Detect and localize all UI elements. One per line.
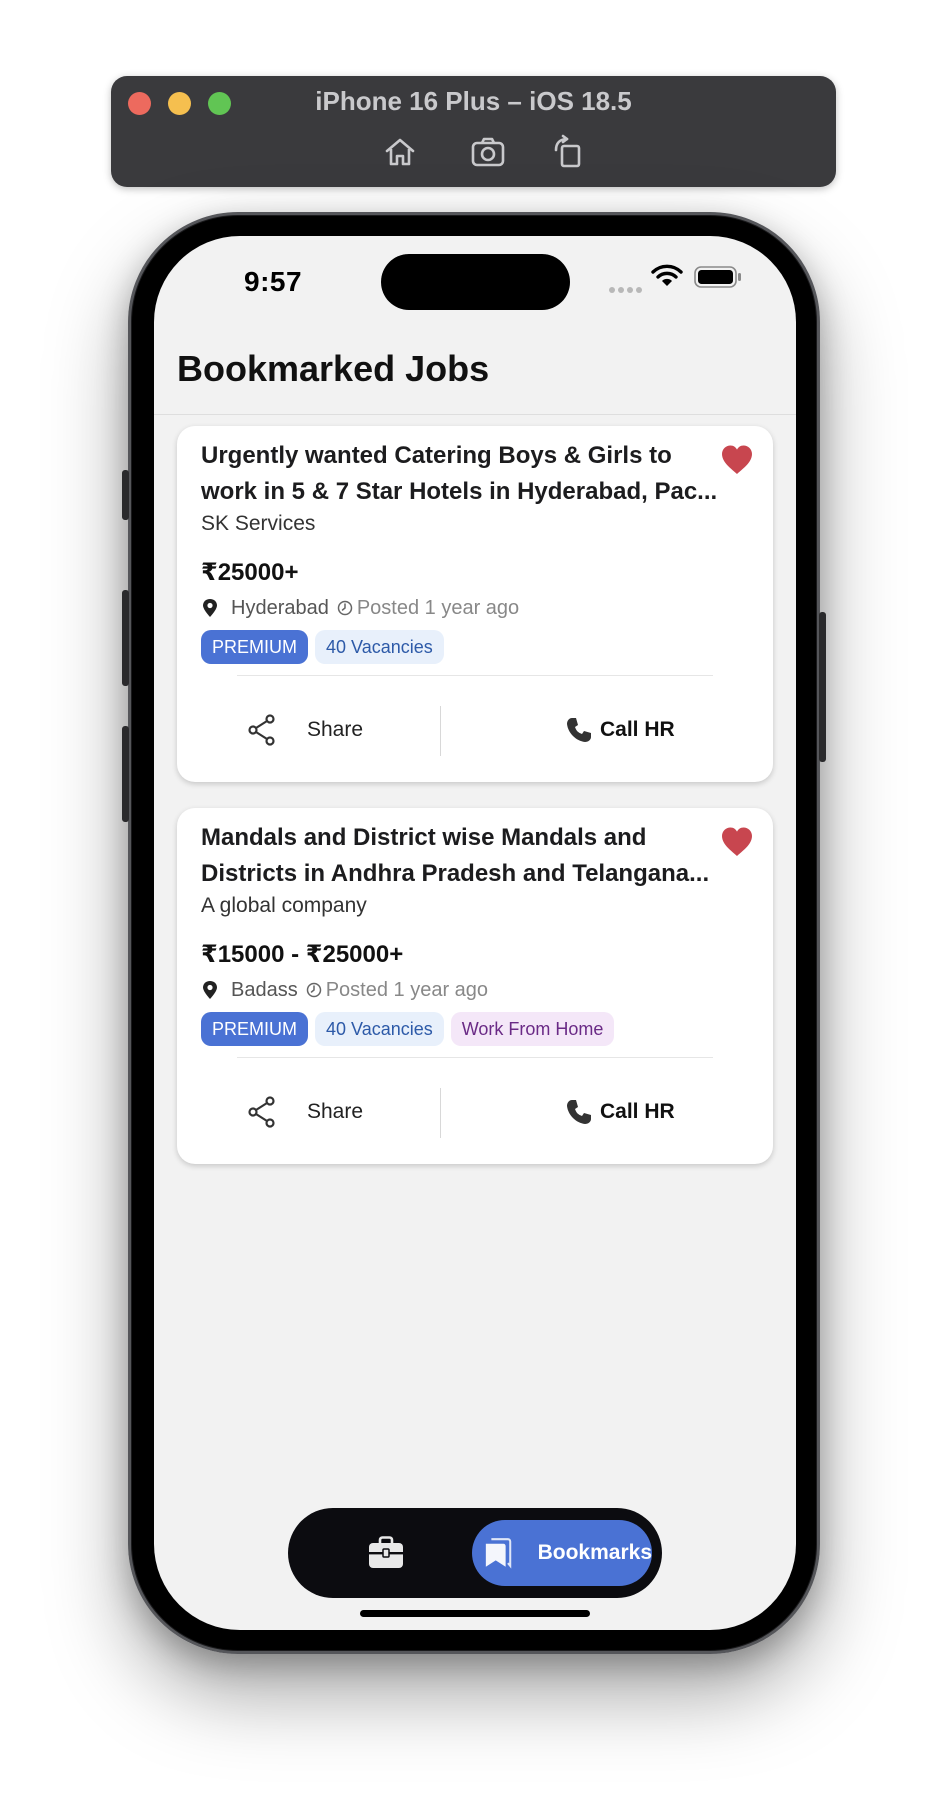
premium-badge: PREMIUM bbox=[201, 1012, 308, 1046]
posted-time: Posted 1 year ago bbox=[356, 596, 520, 619]
salary: ₹25000+ bbox=[201, 559, 299, 586]
premium-badge: PREMIUM bbox=[201, 630, 308, 664]
work-from-home-badge: Work From Home bbox=[450, 1012, 615, 1046]
vacancies-badge: 40 Vacancies bbox=[315, 1012, 444, 1046]
simulator-title: iPhone 16 Plus – iOS 18.5 bbox=[315, 86, 632, 116]
clock-icon bbox=[337, 600, 353, 616]
card-divider bbox=[237, 675, 713, 676]
briefcase-icon[interactable] bbox=[368, 1536, 404, 1570]
location-pin-icon bbox=[203, 981, 217, 999]
job-tags: PREMIUM 40 Vacancies bbox=[201, 630, 444, 664]
screenshot-button[interactable] bbox=[470, 134, 506, 170]
tab-bookmarks-label: Bookmarks bbox=[537, 1541, 652, 1564]
rotate-button[interactable] bbox=[550, 134, 586, 170]
call-hr-label: Call HR bbox=[600, 718, 675, 741]
tab-bookmarks[interactable]: Bookmarks bbox=[472, 1520, 652, 1586]
share-label: Share bbox=[307, 718, 364, 741]
company-name: A global company bbox=[201, 894, 367, 917]
power-button bbox=[819, 612, 826, 762]
battery-icon bbox=[694, 266, 741, 288]
screenshot-icon bbox=[471, 137, 505, 167]
company-name: SK Services bbox=[201, 512, 316, 535]
share-icon bbox=[248, 714, 275, 746]
wifi-icon bbox=[651, 264, 683, 286]
job-title: Mandals and District wise Mandals and Di… bbox=[201, 824, 710, 887]
phone-icon bbox=[567, 1100, 591, 1124]
share-icon bbox=[248, 1096, 275, 1128]
rotate-icon bbox=[554, 134, 581, 168]
bookmark-heart-icon[interactable] bbox=[720, 444, 754, 476]
vacancies-badge: 40 Vacancies bbox=[315, 630, 444, 664]
home-icon bbox=[385, 138, 415, 166]
volume-down-button bbox=[122, 726, 129, 822]
home-button[interactable] bbox=[382, 134, 418, 170]
call-hr-button[interactable]: Call HR bbox=[565, 712, 675, 748]
cellular-signal-icon bbox=[609, 280, 645, 298]
action-separator bbox=[440, 706, 441, 756]
phone-screen: 9:57 Bookmarked Jobs Urgently wanted Cat… bbox=[154, 236, 796, 1630]
job-title: Urgently wanted Catering Boys & Girls to… bbox=[201, 442, 718, 505]
call-hr-label: Call HR bbox=[600, 1100, 675, 1123]
bottom-tab-bar: Bookmarks bbox=[288, 1508, 662, 1598]
phone-icon bbox=[567, 718, 591, 742]
card-divider bbox=[237, 1057, 713, 1058]
home-indicator bbox=[360, 1610, 590, 1617]
job-tags: PREMIUM 40 Vacancies Work From Home bbox=[201, 1012, 615, 1046]
action-separator bbox=[440, 1088, 441, 1138]
job-card[interactable]: Urgently wanted Catering Boys & Girls to… bbox=[177, 426, 773, 782]
job-meta: Hyderabad Posted 1 year ago bbox=[201, 594, 519, 622]
status-time: 9:57 bbox=[244, 266, 303, 297]
action-button bbox=[122, 470, 129, 520]
share-button[interactable]: Share bbox=[247, 712, 363, 748]
header-divider bbox=[154, 414, 796, 415]
job-meta: Badass Posted 1 year ago bbox=[201, 976, 488, 1004]
bookmarks-icon bbox=[485, 1538, 512, 1569]
salary: ₹15000 - ₹25000+ bbox=[201, 941, 404, 968]
clock-icon bbox=[306, 982, 321, 998]
dynamic-island bbox=[381, 254, 570, 310]
call-hr-button[interactable]: Call HR bbox=[565, 1094, 675, 1130]
job-card[interactable]: Mandals and District wise Mandals and Di… bbox=[177, 808, 773, 1164]
share-button[interactable]: Share bbox=[247, 1094, 363, 1130]
job-location: Badass bbox=[231, 978, 298, 1001]
share-label: Share bbox=[307, 1100, 364, 1123]
page-title: Bookmarked Jobs bbox=[177, 348, 490, 389]
posted-time: Posted 1 year ago bbox=[325, 978, 489, 1001]
location-pin-icon bbox=[203, 599, 217, 617]
volume-up-button bbox=[122, 590, 129, 686]
bookmark-heart-icon[interactable] bbox=[720, 826, 754, 858]
job-location: Hyderabad bbox=[231, 596, 329, 619]
